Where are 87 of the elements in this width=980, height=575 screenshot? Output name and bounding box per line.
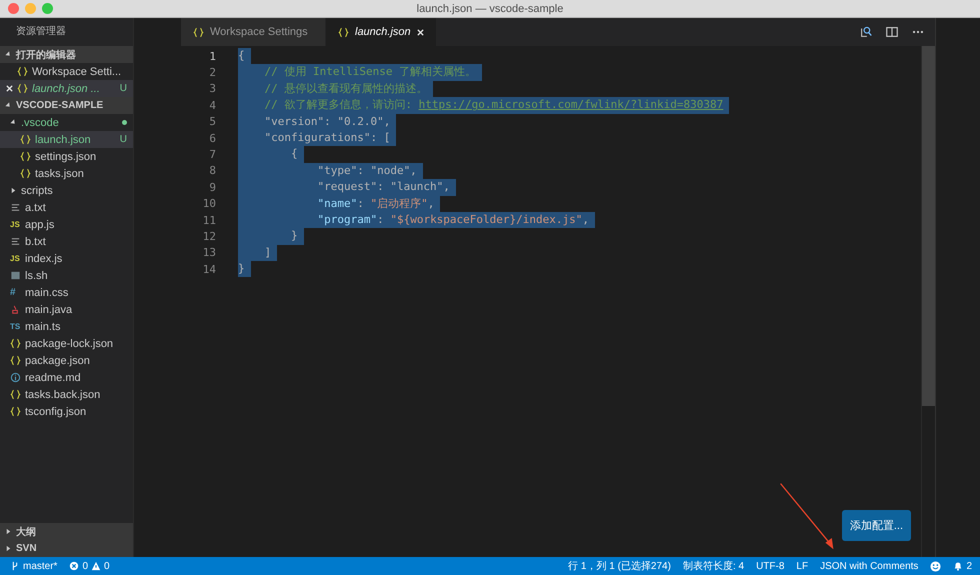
warning-count: 0 — [104, 560, 110, 572]
braces-icon — [20, 168, 31, 179]
split-editor-icon[interactable] — [885, 25, 899, 39]
branch-status[interactable]: master* — [10, 560, 58, 572]
warning-icon — [91, 561, 102, 571]
info-icon — [10, 372, 21, 383]
folder-item[interactable]: .vscode — [0, 114, 133, 131]
open-editor-item[interactable]: launch.json ... U — [0, 80, 133, 97]
status-item[interactable]: 行 1，列 1 (已选择274) — [568, 559, 671, 573]
lines-icon — [10, 236, 21, 247]
error-icon — [69, 561, 80, 571]
section-header[interactable]: 大纲 — [0, 523, 133, 540]
lines-icon — [10, 202, 21, 213]
braces-icon — [17, 66, 28, 77]
editor-tab[interactable]: launch.json — [326, 18, 437, 46]
file-item[interactable]: # main.css — [0, 284, 133, 301]
window-title: launch.json — vscode-sample — [416, 2, 564, 14]
braces-icon — [10, 406, 21, 417]
cup-icon — [10, 304, 21, 315]
editor-tab[interactable]: Workspace Settings — [181, 18, 326, 46]
folder-item[interactable]: scripts — [0, 182, 133, 199]
file-item[interactable]: readme.md — [0, 369, 133, 386]
line-number: 12 — [202, 230, 216, 243]
section-header[interactable]: 打开的编辑器 — [0, 46, 133, 63]
git-status-label: U — [120, 83, 127, 94]
line-number: 11 — [202, 214, 216, 227]
braces-icon — [20, 151, 31, 162]
close-icon[interactable] — [6, 85, 13, 92]
section-header[interactable]: SVN — [0, 540, 133, 557]
branch-icon — [10, 561, 20, 571]
line-number: 5 — [208, 115, 216, 128]
sidebar-title: 资源管理器 — [15, 25, 67, 39]
braces-icon — [10, 338, 21, 349]
caret-icon — [5, 528, 12, 535]
braces-icon — [10, 389, 21, 400]
file-item[interactable]: b.txt — [0, 233, 133, 250]
line-number: 2 — [208, 66, 216, 80]
line-number: 9 — [208, 180, 216, 194]
file-item[interactable]: tasks.json — [0, 165, 133, 182]
line-number: 1 — [208, 50, 216, 63]
git-status-label: U — [120, 134, 127, 145]
file-item[interactable]: package-lock.json — [0, 335, 133, 352]
problems-status[interactable]: 0 0 — [69, 560, 110, 572]
smiley-icon[interactable] — [930, 560, 942, 572]
line-number: 4 — [208, 98, 216, 112]
file-item[interactable]: main.java — [0, 301, 133, 318]
line-number: 10 — [202, 197, 216, 210]
open-editor-item[interactable]: Workspace Setti... — [0, 63, 133, 80]
file-item[interactable]: settings.json — [0, 148, 133, 165]
file-type-icon: # — [10, 287, 21, 298]
file-item[interactable]: launch.json U — [0, 131, 133, 148]
line-number: 14 — [202, 262, 216, 276]
add-configuration-button[interactable]: 添加配置... — [842, 510, 911, 541]
file-item[interactable]: a.txt — [0, 199, 133, 216]
line-number: 3 — [208, 82, 216, 96]
terminal-icon — [10, 270, 21, 281]
status-item[interactable]: JSON with Comments — [820, 560, 918, 572]
line-number: 13 — [202, 246, 216, 260]
line-number: 6 — [208, 132, 216, 145]
status-item[interactable]: LF — [796, 560, 808, 572]
file-item[interactable]: TS main.ts — [0, 318, 133, 335]
status-item[interactable]: UTF-8 — [756, 560, 784, 572]
line-number: 7 — [208, 148, 216, 162]
status-item[interactable]: 制表符长度: 4 — [682, 559, 744, 573]
notifications-status[interactable]: 2 — [953, 560, 972, 572]
scrollbar-thumb[interactable] — [922, 46, 935, 406]
file-item[interactable]: tsconfig.json — [0, 403, 133, 420]
line-number: 8 — [208, 164, 216, 178]
braces-icon — [20, 134, 31, 145]
error-count: 0 — [82, 560, 88, 572]
caret-icon — [5, 545, 12, 552]
file-item[interactable]: tasks.back.json — [0, 386, 133, 403]
section-header[interactable]: VSCODE-SAMPLE — [0, 97, 133, 114]
file-type-icon: JS — [10, 220, 21, 229]
braces-icon — [10, 355, 21, 366]
braces-icon — [193, 26, 204, 38]
braces-icon — [17, 83, 28, 94]
file-item[interactable]: JS index.js — [0, 250, 133, 267]
file-type-icon: TS — [10, 322, 21, 331]
preview-search-icon[interactable] — [859, 25, 873, 39]
braces-icon — [338, 26, 349, 38]
file-item[interactable]: ls.sh — [0, 267, 133, 284]
file-item[interactable]: package.json — [0, 352, 133, 369]
file-item[interactable]: JS app.js — [0, 216, 133, 233]
close-icon[interactable] — [416, 28, 424, 36]
bell-icon — [953, 561, 964, 571]
file-type-icon: JS — [10, 254, 21, 263]
